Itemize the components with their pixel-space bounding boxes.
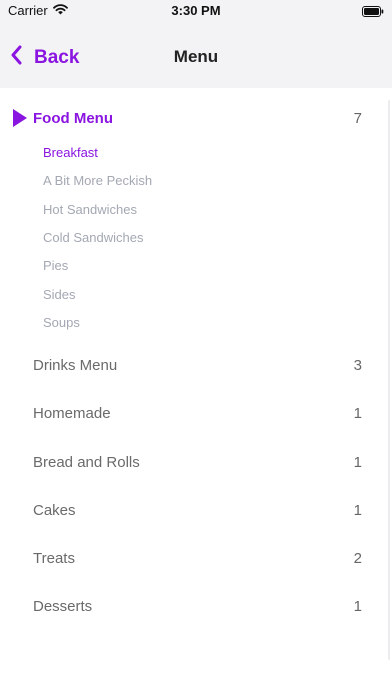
scroll-indicator[interactable] xyxy=(388,100,390,660)
battery-icon xyxy=(362,5,384,17)
category-row-cakes[interactable]: Cakes 1 xyxy=(0,499,392,523)
category-label: Treats xyxy=(33,550,75,567)
category-row-homemade[interactable]: Homemade 1 xyxy=(0,402,392,426)
category-label: Cakes xyxy=(33,502,76,519)
sub-item-hot-sandwiches[interactable]: Hot Sandwiches xyxy=(43,202,137,217)
food-menu-label: Food Menu xyxy=(33,110,113,127)
sub-item-breakfast[interactable]: Breakfast xyxy=(43,145,98,160)
category-row-desserts[interactable]: Desserts 1 xyxy=(0,595,392,619)
category-count: 1 xyxy=(353,454,362,471)
sub-item-a-bit-more-peckish[interactable]: A Bit More Peckish xyxy=(43,173,152,188)
category-label: Homemade xyxy=(33,405,111,422)
status-bar: Carrier 3:30 PM xyxy=(0,0,392,26)
sub-item-sides[interactable]: Sides xyxy=(43,287,76,302)
play-triangle-icon xyxy=(12,108,28,128)
category-row-drinks-menu[interactable]: Drinks Menu 3 xyxy=(0,354,392,378)
category-count: 1 xyxy=(353,405,362,422)
category-row-bread-and-rolls[interactable]: Bread and Rolls 1 xyxy=(0,451,392,475)
navigation-bar: Back Menu xyxy=(0,26,392,88)
food-menu-row[interactable]: Food Menu 7 xyxy=(0,107,392,131)
category-label: Desserts xyxy=(33,598,93,615)
status-time: 3:30 PM xyxy=(171,3,221,18)
category-row-treats[interactable]: Treats 2 xyxy=(0,547,392,571)
category-label: Drinks Menu xyxy=(33,357,118,374)
sub-item-pies[interactable]: Pies xyxy=(43,258,68,273)
food-menu-count: 7 xyxy=(353,110,362,127)
category-count: 1 xyxy=(353,502,362,519)
category-count: 1 xyxy=(353,598,362,615)
category-count: 2 xyxy=(353,550,362,567)
category-label: Bread and Rolls xyxy=(33,454,140,471)
page-title: Menu xyxy=(173,47,219,66)
sub-item-soups[interactable]: Soups xyxy=(43,315,80,330)
sub-item-cold-sandwiches[interactable]: Cold Sandwiches xyxy=(43,230,143,245)
category-count: 3 xyxy=(353,357,362,374)
